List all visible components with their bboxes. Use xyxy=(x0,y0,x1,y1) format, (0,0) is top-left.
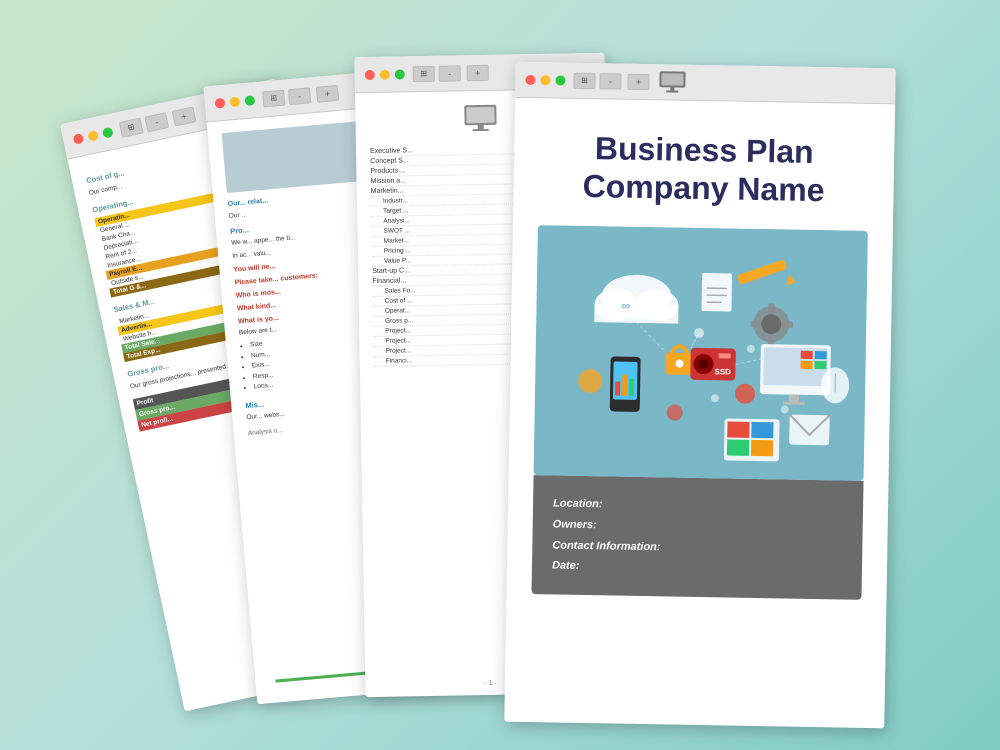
zoom-in-front[interactable]: + xyxy=(627,73,649,89)
traffic-lights-front xyxy=(525,74,565,85)
tl-red-third[interactable] xyxy=(365,69,375,79)
front-monitor-svg xyxy=(657,70,687,95)
traffic-lights-third xyxy=(365,69,405,80)
tech-illustration: ∞ xyxy=(534,225,868,481)
layout-toggle-mid[interactable]: ⊞ xyxy=(262,89,285,107)
tl-green-third[interactable] xyxy=(395,69,405,79)
zoom-controls-mid: - + xyxy=(288,84,339,104)
front-monitor-icon xyxy=(657,70,687,95)
tl-red-mid[interactable] xyxy=(214,97,225,108)
traffic-lights-mid xyxy=(214,95,255,108)
front-page-body: Business Plan Company Name ∞ xyxy=(504,98,895,729)
zoom-controls-third: - + xyxy=(439,64,489,81)
traffic-lights-back xyxy=(72,126,113,144)
svg-text:∞: ∞ xyxy=(621,298,630,312)
zoom-in-third[interactable]: + xyxy=(467,64,489,80)
zoom-out-third[interactable]: - xyxy=(439,65,461,81)
zoom-out-back[interactable]: - xyxy=(144,112,169,132)
zoom-out-mid[interactable]: - xyxy=(288,87,311,105)
tl-green-mid[interactable] xyxy=(244,95,255,106)
tl-yellow-mid[interactable] xyxy=(229,96,240,107)
layout-toggle-back[interactable]: ⊞ xyxy=(119,117,144,137)
zoom-controls-front: - + xyxy=(599,73,649,90)
tl-green-front[interactable] xyxy=(555,75,565,85)
tl-yellow-front[interactable] xyxy=(540,75,550,85)
tl-yellow-third[interactable] xyxy=(380,69,390,79)
zoom-in-mid[interactable]: + xyxy=(316,84,339,102)
front-title-area: Business Plan Company Name xyxy=(513,98,895,231)
page-front: ⊞ - + Business Plan Company Name xyxy=(504,62,895,729)
pages-container: ⊞ - + Cost of g... Our comp... Operating… xyxy=(100,35,900,715)
zoom-in-back[interactable]: + xyxy=(172,106,197,126)
front-image-area: ∞ xyxy=(534,225,868,481)
svg-text:SSD: SSD xyxy=(714,367,731,376)
monitor-icon xyxy=(460,103,501,136)
front-title-line2: Company Name xyxy=(538,167,869,211)
tl-red-front[interactable] xyxy=(525,74,535,84)
front-footer: Location: Owners: Contact Information: D… xyxy=(531,475,863,600)
front-title-line1: Business Plan xyxy=(539,128,870,172)
zoom-out-front[interactable]: - xyxy=(599,73,621,89)
zoom-controls-back: - + xyxy=(144,106,196,132)
footer-date: Date: xyxy=(552,556,842,582)
tl-red-back[interactable] xyxy=(72,132,84,144)
layout-toggle-third[interactable]: ⊞ xyxy=(413,65,435,81)
layout-toggle-front[interactable]: ⊞ xyxy=(573,72,595,88)
tl-green-back[interactable] xyxy=(102,126,114,138)
tl-yellow-back[interactable] xyxy=(87,129,99,141)
